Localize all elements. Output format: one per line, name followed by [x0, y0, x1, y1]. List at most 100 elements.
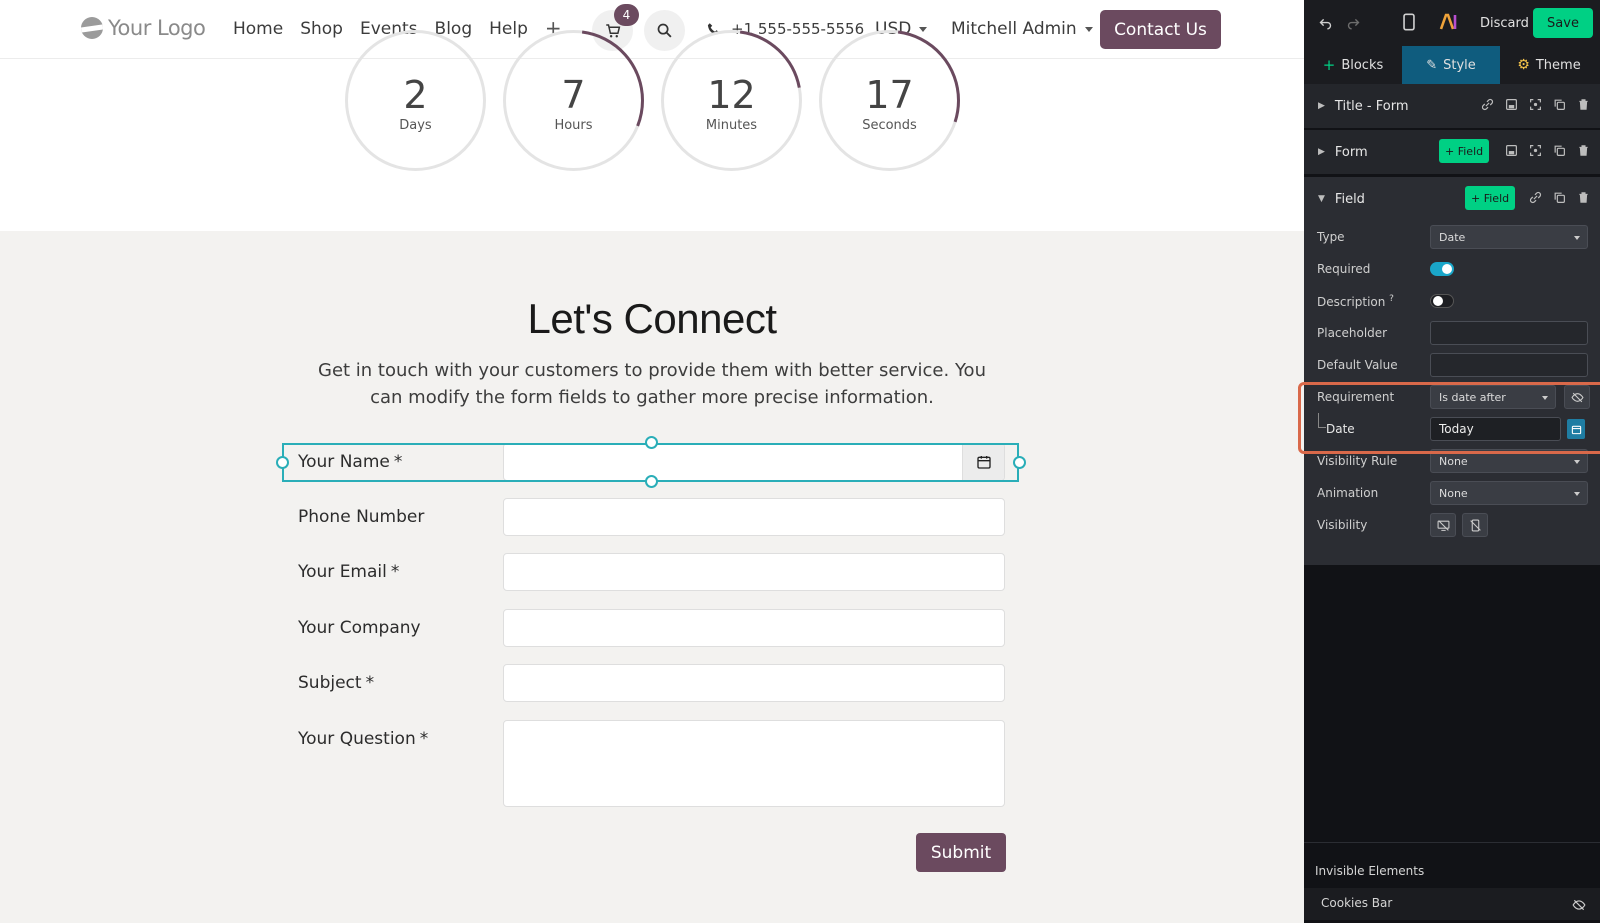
- divider: [1304, 842, 1600, 843]
- description-toggle[interactable]: [1430, 294, 1454, 308]
- save-button[interactable]: Save: [1533, 8, 1593, 38]
- add-field-button[interactable]: + Field: [1439, 139, 1490, 163]
- invisible-item-label: Cookies Bar: [1321, 896, 1393, 910]
- required-toggle[interactable]: [1430, 262, 1454, 276]
- option-label: Visibility: [1317, 518, 1368, 532]
- gear-icon: ⚙: [1517, 57, 1530, 73]
- chevron-down-icon: [1574, 492, 1580, 496]
- trash-icon[interactable]: [1577, 98, 1590, 111]
- trash-icon[interactable]: [1577, 191, 1590, 204]
- section-title-form[interactable]: ▶ Title - Form: [1304, 84, 1600, 128]
- duplicate-icon[interactable]: [1553, 191, 1566, 204]
- field-your-company[interactable]: Your Company: [298, 609, 1006, 647]
- save-block-icon[interactable]: [1505, 144, 1518, 157]
- question-textarea[interactable]: [503, 720, 1005, 807]
- countdown-hours: 7 Hours: [501, 28, 646, 173]
- help-icon: ?: [1389, 294, 1394, 304]
- top-navbar: Your Logo Home Shop Events Blog Help + 4…: [0, 0, 1304, 59]
- editor-sidebar: Discard Save + Blocks ✎ Style ⚙ Theme ▶ Tit…: [1304, 0, 1600, 923]
- company-input[interactable]: [503, 609, 1005, 647]
- link-icon[interactable]: [1481, 98, 1494, 111]
- resize-handle-left[interactable]: [276, 456, 289, 469]
- chevron-down-icon: [1084, 26, 1093, 32]
- menu-item-shop[interactable]: Shop: [300, 19, 343, 40]
- redo-icon[interactable]: [1346, 15, 1361, 30]
- countdown-days: 2 Days: [343, 28, 488, 173]
- undo-icon[interactable]: [1318, 15, 1333, 30]
- link-icon[interactable]: [1529, 191, 1542, 204]
- editor-tabs: + Blocks ✎ Style ⚙ Theme: [1304, 46, 1600, 84]
- hide-on-desktop-button[interactable]: [1430, 513, 1456, 537]
- desktop-off-icon: [1437, 519, 1449, 531]
- option-type: Type Date: [1304, 221, 1600, 253]
- discard-button[interactable]: Discard: [1480, 16, 1529, 31]
- countdown-value: 17: [865, 73, 914, 117]
- field-phone-number[interactable]: Phone Number: [298, 498, 1006, 536]
- section-actions: [1529, 191, 1590, 204]
- mobile-preview-icon[interactable]: [1402, 13, 1416, 31]
- caret-down-icon: ▼: [1318, 194, 1325, 204]
- section-field[interactable]: ▼ Field + Field: [1304, 177, 1600, 221]
- section-title: Title - Form: [1334, 98, 1409, 114]
- hide-on-mobile-button[interactable]: [1462, 513, 1488, 537]
- select-parent-icon[interactable]: [1529, 98, 1542, 111]
- tab-theme[interactable]: ⚙ Theme: [1500, 46, 1598, 84]
- caret-right-icon: ▶: [1318, 101, 1325, 111]
- duplicate-icon[interactable]: [1553, 98, 1566, 111]
- countdown-unit: Days: [399, 118, 432, 133]
- tab-blocks[interactable]: + Blocks: [1304, 46, 1402, 84]
- duplicate-icon[interactable]: [1553, 144, 1566, 157]
- section-actions: [1505, 144, 1590, 157]
- resize-handle-top[interactable]: [645, 436, 658, 449]
- user-menu[interactable]: Mitchell Admin: [951, 19, 1093, 39]
- invisible-item-cookies-bar[interactable]: Cookies Bar: [1304, 888, 1600, 920]
- invisible-elements-title: Invisible Elements: [1315, 864, 1425, 878]
- trash-icon[interactable]: [1577, 144, 1590, 157]
- resize-handle-bottom[interactable]: [645, 475, 658, 488]
- user-name: Mitchell Admin: [951, 19, 1077, 39]
- option-label: Type: [1317, 230, 1345, 244]
- countdown-minutes: 12 Minutes: [659, 28, 804, 173]
- resize-handle-right[interactable]: [1013, 456, 1026, 469]
- subject-input[interactable]: [503, 664, 1005, 702]
- field-label: Phone Number: [298, 507, 425, 527]
- field-your-question[interactable]: Your Question *: [298, 720, 1006, 807]
- animation-select[interactable]: None: [1430, 481, 1588, 505]
- eye-slash-icon[interactable]: [1572, 898, 1586, 912]
- email-input[interactable]: [503, 553, 1005, 591]
- field-your-email[interactable]: Your Email *: [298, 553, 1006, 591]
- tab-style[interactable]: ✎ Style: [1402, 46, 1500, 84]
- option-default-value: Default Value: [1304, 349, 1600, 381]
- countdown-section[interactable]: 2 Days 7 Hours 12 Minutes 17 Seconds: [0, 30, 1304, 231]
- countdown-unit: Minutes: [705, 118, 758, 133]
- countdown-unit: Seconds: [862, 118, 917, 133]
- site-logo[interactable]: Your Logo: [81, 16, 206, 40]
- option-label: Required: [1317, 262, 1371, 276]
- select-parent-icon[interactable]: [1529, 144, 1542, 157]
- option-label: Default Value: [1317, 358, 1398, 372]
- field-label: Your Question *: [298, 729, 429, 749]
- section-form[interactable]: ▶ Form + Field: [1304, 130, 1600, 174]
- placeholder-input[interactable]: [1430, 321, 1588, 345]
- submit-button[interactable]: Submit: [916, 833, 1006, 872]
- type-select[interactable]: Date: [1430, 225, 1588, 249]
- save-block-icon[interactable]: [1505, 98, 1518, 111]
- contact-us-button[interactable]: Contact Us: [1100, 10, 1221, 49]
- phone-number-input[interactable]: [503, 498, 1005, 536]
- option-label: Description ?: [1317, 294, 1394, 309]
- form-subtext[interactable]: Get in touch with your customers to prov…: [310, 357, 994, 411]
- ai-icon[interactable]: [1439, 13, 1459, 31]
- field-label: Your Email *: [298, 562, 400, 582]
- menu-item-home[interactable]: Home: [233, 19, 283, 40]
- section-title: Form: [1334, 144, 1368, 160]
- cart-count-badge: 4: [614, 4, 639, 26]
- default-value-input[interactable]: [1430, 353, 1588, 377]
- form-heading[interactable]: Let's Connect: [0, 295, 1304, 343]
- countdown-value: 7: [561, 73, 586, 117]
- add-field-button[interactable]: + Field: [1465, 186, 1516, 210]
- requirement-highlight: [1298, 382, 1600, 454]
- editor-toolbar: Discard Save: [1304, 0, 1600, 46]
- field-subject[interactable]: Subject *: [298, 664, 1006, 702]
- countdown-value: 12: [707, 73, 756, 117]
- section-title: Field: [1334, 191, 1365, 207]
